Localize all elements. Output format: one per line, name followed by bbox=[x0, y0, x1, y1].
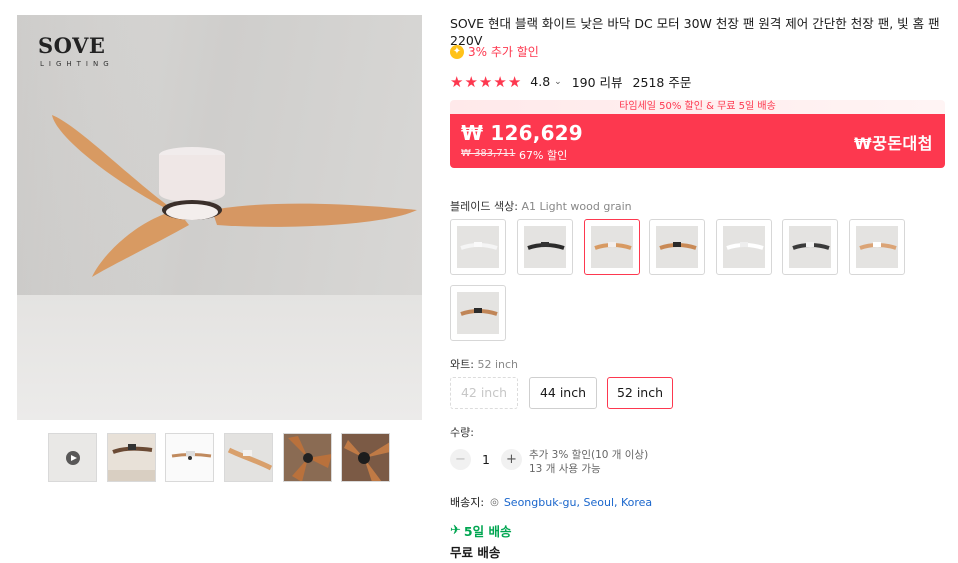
thumbnail-fan-icon bbox=[288, 436, 331, 481]
star-icon: ★ bbox=[464, 72, 478, 91]
swatch-fan-icon bbox=[460, 308, 498, 316]
swatch-image bbox=[457, 292, 499, 334]
delivery-days: 5일 배송 bbox=[463, 524, 512, 539]
bulk-discount-note: 추가 3% 할인(10 개 이상) bbox=[529, 449, 649, 461]
ship-to-label: 배송지: bbox=[450, 496, 485, 509]
thumbnail-image[interactable] bbox=[283, 433, 332, 482]
watt-title: 와트: bbox=[450, 358, 474, 371]
quantity-note: 추가 3% 할인(10 개 이상) 13 개 사용 가능 bbox=[529, 448, 648, 476]
decrease-quantity-button[interactable]: − bbox=[450, 449, 471, 470]
star-icon: ★ bbox=[493, 72, 507, 91]
fan-blade bbox=[52, 115, 175, 213]
thumbnail-video[interactable] bbox=[48, 433, 97, 482]
thumbnail-image[interactable] bbox=[224, 433, 273, 482]
fast-delivery: ✈ 5일 배송 bbox=[450, 521, 511, 540]
fan-blade bbox=[92, 210, 189, 277]
swatch-image bbox=[524, 226, 566, 268]
discount-percent: 67% 할인 bbox=[519, 149, 568, 162]
swatch-fan-icon bbox=[726, 242, 764, 250]
swatch-image bbox=[856, 226, 898, 268]
blade-color-label: 블레이드 색상: A1 Light wood grain bbox=[450, 198, 632, 214]
color-swatch[interactable] bbox=[649, 219, 705, 275]
swatch-image bbox=[789, 226, 831, 268]
blade-color-value: A1 Light wood grain bbox=[521, 200, 632, 213]
thumbnail-image[interactable] bbox=[107, 433, 156, 482]
main-product-image[interactable]: SOVE LIGHTING bbox=[17, 15, 422, 420]
chevron-down-icon[interactable]: ⌄ bbox=[554, 77, 562, 87]
star-icon: ★ bbox=[450, 72, 464, 91]
rating-stars: ★ ★ ★ ★ ★ bbox=[450, 73, 522, 91]
swatch-fan-icon bbox=[460, 242, 498, 250]
fan-motor bbox=[159, 155, 225, 202]
swatch-image bbox=[457, 226, 499, 268]
free-shipping: 무료 배송 bbox=[450, 545, 501, 560]
quantity-value[interactable]: 1 bbox=[471, 452, 501, 467]
rating-value[interactable]: 4.8 bbox=[530, 74, 550, 89]
color-swatch[interactable] bbox=[450, 285, 506, 341]
location-pin-icon: ◎ bbox=[490, 496, 499, 508]
current-price: ₩ 126,629 bbox=[461, 121, 583, 145]
watt-label: 와트: 52 inch bbox=[450, 356, 518, 372]
color-swatch[interactable] bbox=[716, 219, 772, 275]
thumbnail-fan-icon bbox=[227, 447, 272, 471]
quantity-stepper: − 1 + bbox=[450, 449, 522, 470]
thumbnail-fan-icon bbox=[344, 440, 389, 481]
swatch-fan-icon bbox=[859, 242, 897, 250]
swatch-image bbox=[591, 226, 633, 268]
star-icon: ★ bbox=[478, 72, 493, 91]
color-swatch[interactable] bbox=[517, 219, 573, 275]
reviews-link[interactable]: 190 리뷰 bbox=[572, 72, 623, 91]
size-option[interactable]: 44 inch bbox=[529, 377, 597, 409]
deal-badge: ₩꿍돈대첩 bbox=[853, 134, 933, 153]
blade-color-title: 블레이드 색상: bbox=[450, 200, 518, 213]
price-box: ₩ 126,629 ₩ 383,711 67% 할인 ₩꿍돈대첩 bbox=[450, 114, 945, 168]
size-option-selected[interactable]: 52 inch bbox=[607, 377, 673, 409]
swatch-image bbox=[656, 226, 698, 268]
watt-value: 52 inch bbox=[477, 358, 518, 371]
swatch-image bbox=[723, 226, 765, 268]
original-price: ₩ 383,711 bbox=[461, 148, 516, 159]
swatch-fan-icon bbox=[594, 242, 632, 250]
color-swatch[interactable] bbox=[849, 219, 905, 275]
stock-available-note: 13 개 사용 가능 bbox=[529, 463, 601, 475]
size-option-disabled[interactable]: 42 inch bbox=[450, 377, 518, 409]
thumbnail-fan-icon bbox=[171, 451, 212, 460]
star-icon: ★ bbox=[507, 72, 522, 91]
swatch-fan-icon bbox=[792, 242, 830, 250]
thumbnail-image[interactable] bbox=[341, 433, 390, 482]
orders-count: 2518 주문 bbox=[632, 75, 692, 90]
extra-discount-promo[interactable]: ✦ 3% 추가 할인 bbox=[450, 43, 539, 60]
swatch-fan-icon bbox=[659, 242, 697, 250]
play-icon bbox=[66, 451, 80, 465]
coin-icon: ✦ bbox=[450, 44, 464, 59]
fan-blade bbox=[212, 203, 417, 227]
thumbnail-image[interactable] bbox=[165, 433, 214, 482]
rating-row: ★ ★ ★ ★ ★ 4.8 ⌄ 190 리뷰 2518 주문 bbox=[450, 72, 691, 91]
color-swatch[interactable] bbox=[450, 219, 506, 275]
promo-text: 3% 추가 할인 bbox=[468, 45, 539, 59]
quantity-label: 수량: bbox=[450, 426, 474, 439]
ship-to-location-link[interactable]: Seongbuk-gu, Seoul, Korea bbox=[504, 496, 652, 509]
fan-light bbox=[166, 204, 218, 220]
ceiling-fan-illustration bbox=[52, 115, 417, 277]
color-swatch-selected[interactable] bbox=[584, 219, 640, 275]
shipping-destination: 배송지: ◎ Seongbuk-gu, Seoul, Korea bbox=[450, 494, 652, 510]
airplane-icon: ✈ bbox=[450, 523, 461, 538]
increase-quantity-button[interactable]: + bbox=[501, 449, 522, 470]
swatch-fan-icon bbox=[527, 242, 565, 250]
thumbnail-fan-icon bbox=[108, 444, 155, 481]
sale-banner: 타임세일 50% 할인 & 무료 5일 배송 bbox=[450, 100, 945, 114]
color-swatch[interactable] bbox=[782, 219, 838, 275]
